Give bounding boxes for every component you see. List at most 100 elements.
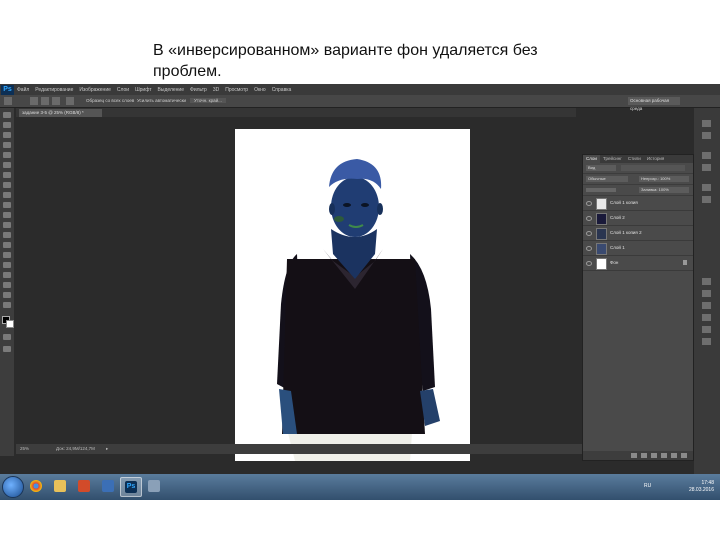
layer-row[interactable]: Слой 1: [583, 241, 693, 256]
gradient-tool-icon[interactable]: [3, 222, 11, 228]
dock-history-icon[interactable]: [702, 120, 711, 127]
menu-image[interactable]: Изображение: [79, 87, 111, 93]
language-indicator[interactable]: RU: [644, 483, 651, 489]
layer-row[interactable]: Слой 2: [583, 211, 693, 226]
hand-tool-icon[interactable]: [3, 292, 11, 298]
type-tool-icon[interactable]: [3, 262, 11, 268]
workspace-select[interactable]: Основная рабочая среда: [628, 97, 680, 111]
tab-channels[interactable]: Трейсинг: [600, 155, 625, 163]
subtract-selection-icon[interactable]: [52, 97, 60, 105]
document-tab[interactable]: задание 3-5 @ 25% (RGB/8) *: [19, 109, 102, 117]
history-brush-icon[interactable]: [3, 202, 11, 208]
adjustment-layer-icon[interactable]: [661, 453, 667, 458]
blur-tool-icon[interactable]: [3, 232, 11, 238]
dock-brush-icon[interactable]: [702, 184, 711, 191]
opacity-field[interactable]: Непрозр.: 100%: [639, 176, 689, 182]
fill-field[interactable]: Заливка: 100%: [639, 187, 689, 193]
quick-mask-icon[interactable]: [3, 334, 11, 340]
menu-3d[interactable]: 3D: [213, 87, 219, 93]
menu-window[interactable]: Окно: [254, 87, 266, 93]
taskbar-media[interactable]: [74, 477, 94, 495]
dock-color-icon[interactable]: [702, 290, 711, 297]
dock-navigator-icon[interactable]: [702, 326, 711, 333]
lock-icons[interactable]: [586, 188, 616, 192]
trash-icon[interactable]: [681, 453, 687, 458]
visibility-eye-icon[interactable]: [586, 261, 592, 266]
dock-info-icon[interactable]: [702, 278, 711, 285]
visibility-eye-icon[interactable]: [586, 201, 592, 206]
photoshop-icon: Ps: [125, 481, 137, 493]
layer-thumbnail: [596, 213, 607, 225]
taskbar-explorer[interactable]: [50, 477, 70, 495]
menu-edit[interactable]: Редактирование: [35, 87, 73, 93]
start-button[interactable]: [2, 476, 24, 498]
layer-row[interactable]: Фон: [583, 256, 693, 271]
taskbar-app[interactable]: [144, 477, 164, 495]
app-icon: [148, 480, 160, 492]
tab-styles[interactable]: Стили: [625, 155, 644, 163]
dock-actions-icon[interactable]: [702, 338, 711, 345]
link-layers-icon[interactable]: [631, 453, 637, 458]
quick-select-tool-icon[interactable]: [4, 97, 12, 105]
visibility-eye-icon[interactable]: [586, 246, 592, 251]
visibility-eye-icon[interactable]: [586, 231, 592, 236]
shape-tool-icon[interactable]: [3, 282, 11, 288]
dock-character-icon[interactable]: [702, 164, 711, 171]
quick-select-icon[interactable]: [3, 142, 11, 148]
document-canvas[interactable]: [235, 129, 470, 461]
auto-enhance-checkbox[interactable]: Усилить автоматически: [137, 98, 186, 103]
filter-icons[interactable]: [621, 165, 685, 171]
crop-tool-icon[interactable]: [3, 152, 11, 158]
menu-select[interactable]: Выделение: [158, 87, 185, 93]
dock-properties-icon[interactable]: [702, 132, 711, 139]
clock[interactable]: 17:48 28.03.2016: [689, 480, 714, 494]
stamp-tool-icon[interactable]: [3, 192, 11, 198]
menu-file[interactable]: Файл: [17, 87, 29, 93]
taskbar-photoshop[interactable]: Ps: [120, 477, 142, 497]
menu-help[interactable]: Справка: [272, 87, 292, 93]
layer-row[interactable]: Слой 1 копия 2: [583, 226, 693, 241]
dock-paragraph-icon[interactable]: [702, 152, 711, 159]
filter-kind-select[interactable]: Вид: [586, 165, 616, 171]
tab-layers[interactable]: Слои: [583, 155, 600, 163]
layer-style-icon[interactable]: [641, 453, 647, 458]
menu-view[interactable]: Просмотр: [225, 87, 248, 93]
eyedropper-tool-icon[interactable]: [3, 162, 11, 168]
inverted-person-image: [277, 159, 440, 461]
layer-row[interactable]: Слой 1 копия: [583, 196, 693, 211]
brush-tool-icon[interactable]: [3, 182, 11, 188]
status-arrow-icon[interactable]: ▸: [106, 446, 108, 452]
pen-tool-icon[interactable]: [3, 252, 11, 258]
refine-edge-button[interactable]: Уточн. край...: [190, 98, 226, 103]
brush-size-icon[interactable]: [66, 97, 74, 105]
new-selection-icon[interactable]: [30, 97, 38, 105]
path-select-icon[interactable]: [3, 272, 11, 278]
lasso-tool-icon[interactable]: [3, 132, 11, 138]
eraser-tool-icon[interactable]: [3, 212, 11, 218]
visibility-eye-icon[interactable]: [586, 216, 592, 221]
add-mask-icon[interactable]: [651, 453, 657, 458]
sample-all-layers-checkbox[interactable]: Образец со всех слоев: [86, 98, 134, 103]
blend-mode-select[interactable]: Обычные: [586, 176, 628, 182]
zoom-tool-icon[interactable]: [3, 302, 11, 308]
dock-adjustments-icon[interactable]: [702, 314, 711, 321]
add-selection-icon[interactable]: [41, 97, 49, 105]
background-color-swatch[interactable]: [6, 320, 14, 328]
marquee-tool-icon[interactable]: [3, 122, 11, 128]
menu-bar: Ps Файл Редактирование Изображение Слои …: [0, 84, 720, 95]
dock-clone-icon[interactable]: [702, 196, 711, 203]
menu-filter[interactable]: Фильтр: [190, 87, 207, 93]
dock-swatches-icon[interactable]: [702, 302, 711, 309]
dodge-tool-icon[interactable]: [3, 242, 11, 248]
layer-thumbnail: [596, 198, 607, 210]
healing-tool-icon[interactable]: [3, 172, 11, 178]
new-group-icon[interactable]: [671, 453, 677, 458]
menu-layers[interactable]: Слои: [117, 87, 129, 93]
taskbar-chrome[interactable]: [26, 477, 46, 495]
zoom-level[interactable]: 25%: [20, 446, 29, 451]
tab-history[interactable]: История: [644, 155, 667, 163]
move-tool-icon[interactable]: [3, 112, 11, 118]
taskbar-powerpoint[interactable]: [98, 477, 118, 495]
menu-type[interactable]: Шрифт: [135, 87, 151, 93]
screen-mode-icon[interactable]: [3, 346, 11, 352]
